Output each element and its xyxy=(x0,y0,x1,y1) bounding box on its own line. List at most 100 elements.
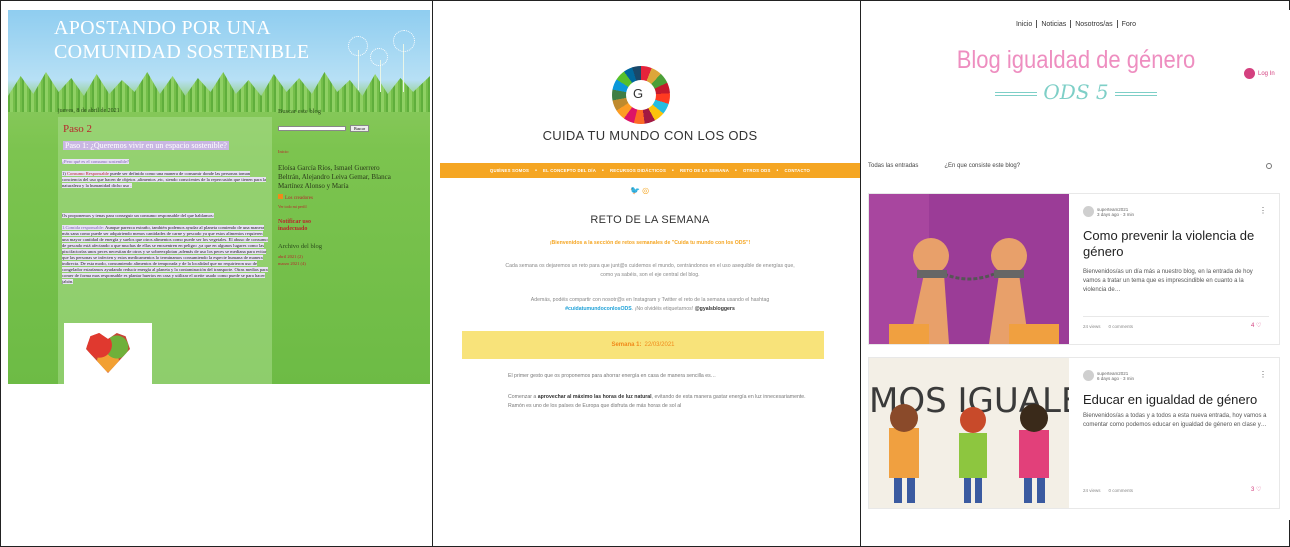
post-subtitle: Paso 1: ¿Queremos vivir en un espacio so… xyxy=(63,141,229,150)
blogger-icon xyxy=(278,194,283,199)
nav-separator: • xyxy=(776,167,779,174)
search-heading: Buscar este blog xyxy=(278,108,321,115)
blog-title: Blog igualdad de género xyxy=(956,46,1196,74)
post-stats: 24 views 0 comments xyxy=(1083,324,1134,329)
post-date: jueves, 8 de abril de 2021 xyxy=(58,108,120,114)
ods5-subtitle: ODS 5 xyxy=(862,80,1290,104)
card-divider xyxy=(1083,316,1269,317)
decor-line xyxy=(995,91,1038,96)
author-avatar xyxy=(1083,206,1094,217)
intro-text: Cada semana os dejaremos un reto para qu… xyxy=(505,263,795,278)
nav-separator: • xyxy=(535,167,538,174)
blogger-screenshot: APOSTANDO POR UNA COMUNIDAD SOSTENIBLE j… xyxy=(8,10,430,384)
heart-food-image xyxy=(64,323,152,384)
grass-banner xyxy=(8,72,430,112)
page-heading: RETO DE LA SEMANA xyxy=(590,214,710,226)
wix-blog-screenshot: Inicio Noticias Nosotros/as Foro Blog igual… xyxy=(862,10,1290,520)
post-card[interactable]: superteam2021 3 days ago · 3 min ⋮ Como p… xyxy=(868,193,1280,345)
post-excerpt: Bienvenidos/as a todas y a todos a esta … xyxy=(1083,413,1267,428)
frame-line xyxy=(860,0,861,547)
logo-letter: G xyxy=(633,86,644,101)
dandelion-stem xyxy=(358,50,359,90)
top-nav: Inicio Noticias Nosotros/as Foro xyxy=(862,20,1290,28)
nav-item-noticias[interactable]: Noticias xyxy=(1041,21,1066,28)
post-image-equality: MOS IGUALE xyxy=(869,358,1069,508)
week-label: Semana 1: xyxy=(611,342,642,348)
home-link[interactable]: Inicio xyxy=(278,149,428,154)
heart-icon xyxy=(86,333,130,373)
notify-link[interactable]: Notificar uso inadecuado xyxy=(278,219,338,233)
user-icon xyxy=(1244,68,1255,79)
login-button[interactable]: Log In xyxy=(1244,68,1275,79)
nav-item-otros-ods[interactable]: OTROS ODS xyxy=(743,168,771,173)
authors-list: Eloísa García Ríos, Ismael Guerrero Belt… xyxy=(278,164,391,190)
post-excerpt: Bienvenidos/as un día más a nuestro blog… xyxy=(1083,269,1253,293)
post-title[interactable]: Paso 2 xyxy=(63,123,92,135)
search-input[interactable] xyxy=(278,125,346,131)
nav-item-nosotros[interactable]: Nosotros/as xyxy=(1075,21,1112,28)
nav-separator: • xyxy=(602,167,604,174)
like-button[interactable]: 3 ♡ xyxy=(1251,486,1261,493)
handle-link[interactable]: @gyalsbloggers xyxy=(695,306,735,312)
archive-item[interactable]: marzo 2021 (4) xyxy=(278,261,428,266)
nav-separator xyxy=(1070,20,1072,28)
more-options-icon[interactable]: ⋮ xyxy=(1259,206,1267,215)
post-paragraph: 1) Consumo Responsable puede ser definid… xyxy=(62,171,267,188)
nav-item-contacto[interactable]: CONTACTO xyxy=(785,168,811,173)
archive-heading: Archivo del blog xyxy=(278,243,323,250)
creators-link[interactable]: Los creadores xyxy=(278,194,428,201)
post-title[interactable]: Como prevenir la violencia de género xyxy=(1083,228,1268,260)
dandelion-icon xyxy=(370,48,388,66)
like-button[interactable]: 4 ♡ xyxy=(1251,322,1261,329)
dandelion-icon xyxy=(393,30,415,52)
post-date: 3 days ago · 3 min xyxy=(1097,211,1135,217)
search-icon[interactable] xyxy=(1266,163,1272,169)
nav-separator xyxy=(1036,20,1038,28)
archive-item[interactable]: abril 2021 (2) xyxy=(278,254,428,259)
logo-center: G xyxy=(626,80,656,110)
post-paragraph: 1.Comida responsable: Aunque parezca ext… xyxy=(62,225,268,284)
hashtag-link[interactable]: #cuidatumundoconlosODS xyxy=(565,306,632,312)
welcome-text: ¡Bienvenidos a la sección de retos seman… xyxy=(549,240,751,246)
filter-about[interactable]: ¿En que consiste este blog? xyxy=(944,163,1020,169)
more-options-icon[interactable]: ⋮ xyxy=(1259,370,1267,379)
nav-separator: • xyxy=(735,167,737,174)
blog-sidebar: Buscar este blog Buscar Inicio Eloísa Ga… xyxy=(278,108,428,266)
nav-item-concepto[interactable]: EL CONCEPTO DEL DÍA xyxy=(543,168,596,173)
post-stats: 24 views 0 comments xyxy=(1083,488,1134,493)
nav-separator: • xyxy=(672,167,674,174)
post-title[interactable]: Educar en igualdad de género xyxy=(1083,392,1268,408)
search-button[interactable]: Buscar xyxy=(350,124,370,132)
nav-separator xyxy=(1116,20,1118,28)
category-filters: Todas las entradas ¿En que consiste este … xyxy=(868,163,1046,169)
blog-post: Paso 2 Paso 1: ¿Queremos vivir en un esp… xyxy=(58,117,272,384)
frame-line xyxy=(0,0,1,547)
nav-item-foro[interactable]: Foro xyxy=(1122,21,1136,28)
blog-title: APOSTANDO POR UNA COMUNIDAD SOSTENIBLE xyxy=(54,17,310,63)
filter-all[interactable]: Todas las entradas xyxy=(868,163,918,169)
post-card[interactable]: MOS IGUALE superteam2021 6 days ago · 3 m… xyxy=(868,357,1280,509)
challenge-text: El primer gesto que os proponemos para a… xyxy=(508,373,716,379)
post-meta: superteam2021 6 days ago · 3 min xyxy=(1083,370,1134,381)
nav-item-inicio[interactable]: Inicio xyxy=(1016,21,1032,28)
post-question: ¿Pero qué es el consumo sostenible? xyxy=(62,159,129,164)
frame-line xyxy=(432,0,433,547)
frame-line xyxy=(0,0,1290,1)
week-banner: Semana 1: 22/03/2021 xyxy=(462,331,824,359)
nav-item-recursos[interactable]: RECURSOS DIDÁCTICOS xyxy=(610,168,666,173)
post-image-violence xyxy=(869,194,1069,344)
social-icons[interactable]: 🐦 ◎ xyxy=(630,186,649,195)
share-text: Además, podéis compartir con nosotr@s en… xyxy=(530,297,770,312)
dandelion-icon xyxy=(348,36,368,56)
main-nav: QUIÉNES SOMOS • EL CONCEPTO DEL DÍA • RECU… xyxy=(440,163,860,178)
site-brand[interactable]: CUIDA TU MUNDO CON LOS ODS xyxy=(440,128,860,143)
nav-item-quienes-somos[interactable]: QUIÉNES SOMOS xyxy=(490,168,529,173)
nav-item-reto[interactable]: RETO DE LA SEMANA xyxy=(680,168,729,173)
ods-blog-screenshot: G CUIDA TU MUNDO CON LOS ODS QUIÉNES SOM… xyxy=(440,52,860,412)
profile-link[interactable]: Ver todo mi perfil xyxy=(278,204,428,209)
post-paragraph: Os proponemos y tenas para conseguir un … xyxy=(62,213,214,218)
sdg-wheel-logo[interactable]: G xyxy=(612,66,670,124)
author-avatar xyxy=(1083,370,1094,381)
search-row: Buscar xyxy=(278,119,428,137)
week-date: 22/03/2021 xyxy=(644,342,675,348)
